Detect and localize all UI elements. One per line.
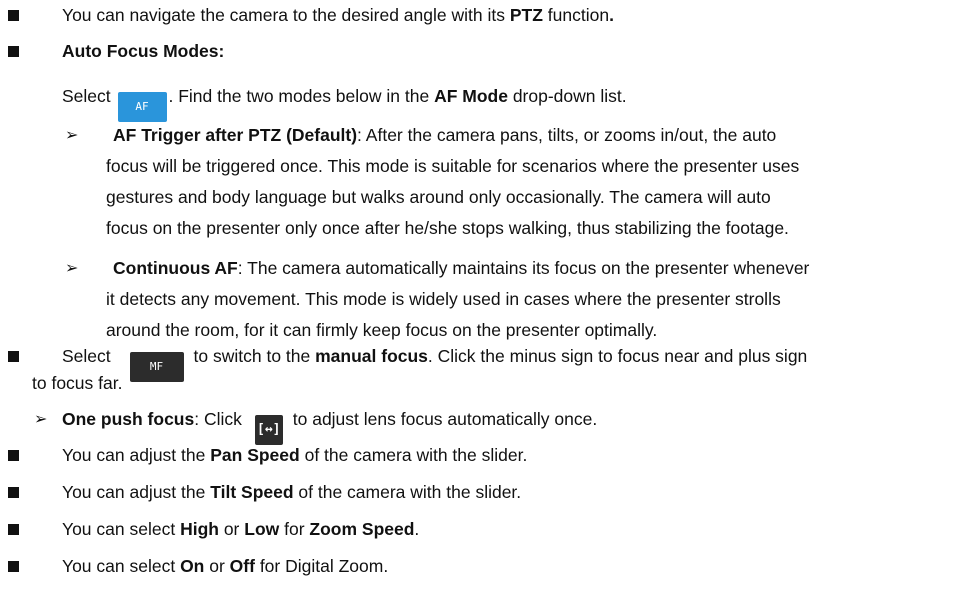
text: to switch to the [193,346,316,366]
text: Select [62,86,116,106]
bullet-square-icon [8,351,19,362]
text: or [204,556,230,576]
text: : After the camera pans, tilts, or zooms… [357,125,777,145]
text: : The camera automatically maintains its… [237,258,810,278]
af-mode-icon[interactable]: AF [117,92,167,122]
bold-term: One push focus [62,409,195,429]
bold-term: Zoom Speed [309,519,415,539]
text: You can adjust the [62,482,211,502]
bold-term: High [180,519,219,539]
arrowhead-right-icon: ➢ [34,409,48,428]
text: You can navigate the camera to the desir… [62,5,510,25]
sub-af-trigger-line3: gestures and body language but walks aro… [106,187,771,207]
bold-term: AF Mode [434,86,508,106]
bold-term: Auto Focus Modes: [62,41,225,61]
text: or [218,519,245,539]
one-push-focus-icon[interactable]: [↔] [254,415,283,445]
bullet-square-icon [8,46,19,57]
bullet-zoom-speed: You can select High or Low for Zoom Spee… [62,518,419,540]
bold-term: Off [229,556,255,576]
arrowhead-right-icon: ➢ [65,258,79,277]
text: You can adjust the [62,445,211,465]
bullet-square-icon [8,450,19,461]
text: function [542,5,610,25]
bold-term: Pan Speed [210,445,300,465]
bullet-square-icon [8,10,19,21]
bullet-digital-zoom: You can select On or Off for Digital Zoo… [62,555,388,577]
sub-af-trigger-line4: focus on the presenter only once after h… [106,218,789,238]
text: to adjust lens focus automatically once. [292,409,598,429]
bold-term: Low [244,519,280,539]
text: You can select [62,519,181,539]
bullet-manual-focus-cont: to focus far. [32,373,123,393]
period: . [609,5,614,25]
bold-term: AF Trigger after PTZ (Default) [113,125,358,145]
bullet-auto-focus-heading: Auto Focus Modes: [62,40,224,62]
arrowhead-right-icon: ➢ [65,125,79,144]
manual-focus-icon[interactable]: MF [129,352,184,382]
sub-continuous-line3: around the room, for it can firmly keep … [106,320,658,340]
text: of the camera with the slider. [299,445,528,465]
text: . Find the two modes below in the [168,86,435,106]
bold-term: manual focus [315,346,428,366]
bullet-pan-speed: You can adjust the Pan Speed of the came… [62,444,527,466]
bullet-square-icon [8,561,19,572]
text: Select [62,346,111,366]
sub-continuous-line1: Continuous AF: The camera automatically … [113,257,809,279]
bullet-square-icon [8,524,19,535]
select-af-line: Select AF. Find the two modes below in t… [62,85,627,122]
text: . [414,519,420,539]
sub-one-push: One push focus: Click [↔] to adjust lens … [62,408,597,445]
bold-term: PTZ [509,5,543,25]
text: for [279,519,310,539]
bullet-manual-focus: Select MF to switch to the manual focus. … [62,345,807,382]
text: of the camera with the slider. [293,482,522,502]
bold-term: Tilt Speed [210,482,294,502]
text: You can select [62,556,181,576]
sub-af-trigger-line2: focus will be triggered once. This mode … [106,156,800,176]
bullet-tilt-speed: You can adjust the Tilt Speed of the cam… [62,481,521,503]
bullet-ptz: You can navigate the camera to the desir… [62,4,614,26]
text: for Digital Zoom. [254,556,389,576]
bullet-square-icon [8,487,19,498]
sub-continuous-line2: it detects any movement. This mode is wi… [106,289,781,309]
sub-af-trigger-line1: AF Trigger after PTZ (Default): After th… [113,124,776,146]
text: drop-down list. [507,86,627,106]
bold-term: Continuous AF [113,258,238,278]
bold-term: On [180,556,205,576]
text: : Click [194,409,242,429]
text: . Click the minus sign to focus near and… [427,346,808,366]
